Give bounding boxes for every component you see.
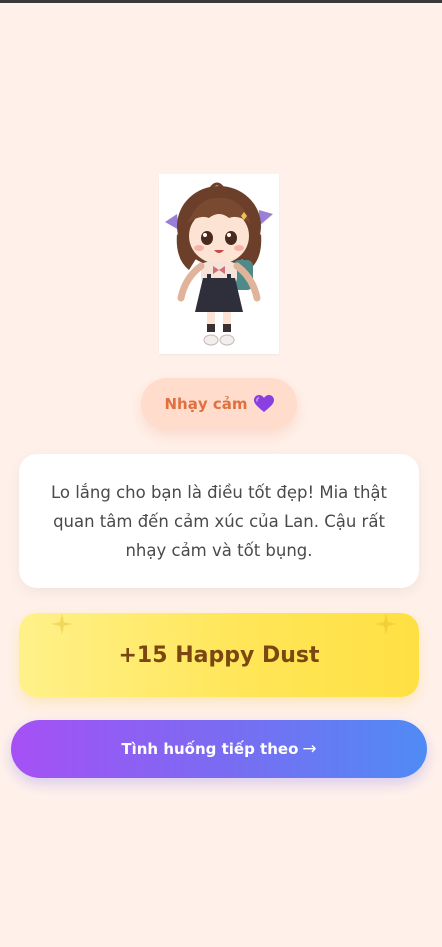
purple-heart-icon [253, 395, 274, 413]
next-situation-label: Tình huống tiếp theo [121, 740, 299, 758]
next-situation-button[interactable]: Tình huống tiếp theo → [11, 720, 427, 778]
sparkle-icon [51, 613, 73, 635]
feedback-message-text: Lo lắng cho bạn là điều tốt đẹp! Mia thậ… [50, 482, 388, 560]
sparkle-icon [375, 613, 397, 635]
trait-label: Nhạy cảm [164, 395, 248, 413]
top-status-bar [0, 0, 442, 3]
trait-badge: Nhạy cảm [141, 378, 297, 430]
chibi-girl-illustration [165, 182, 273, 346]
reward-banner: +15 Happy Dust [19, 613, 419, 697]
feedback-message-card: Lo lắng cho bạn là điều tốt đẹp! Mia thậ… [19, 454, 419, 588]
reward-label: +15 Happy Dust [118, 642, 320, 668]
character-avatar [159, 174, 279, 354]
arrow-right-icon: → [302, 739, 317, 759]
